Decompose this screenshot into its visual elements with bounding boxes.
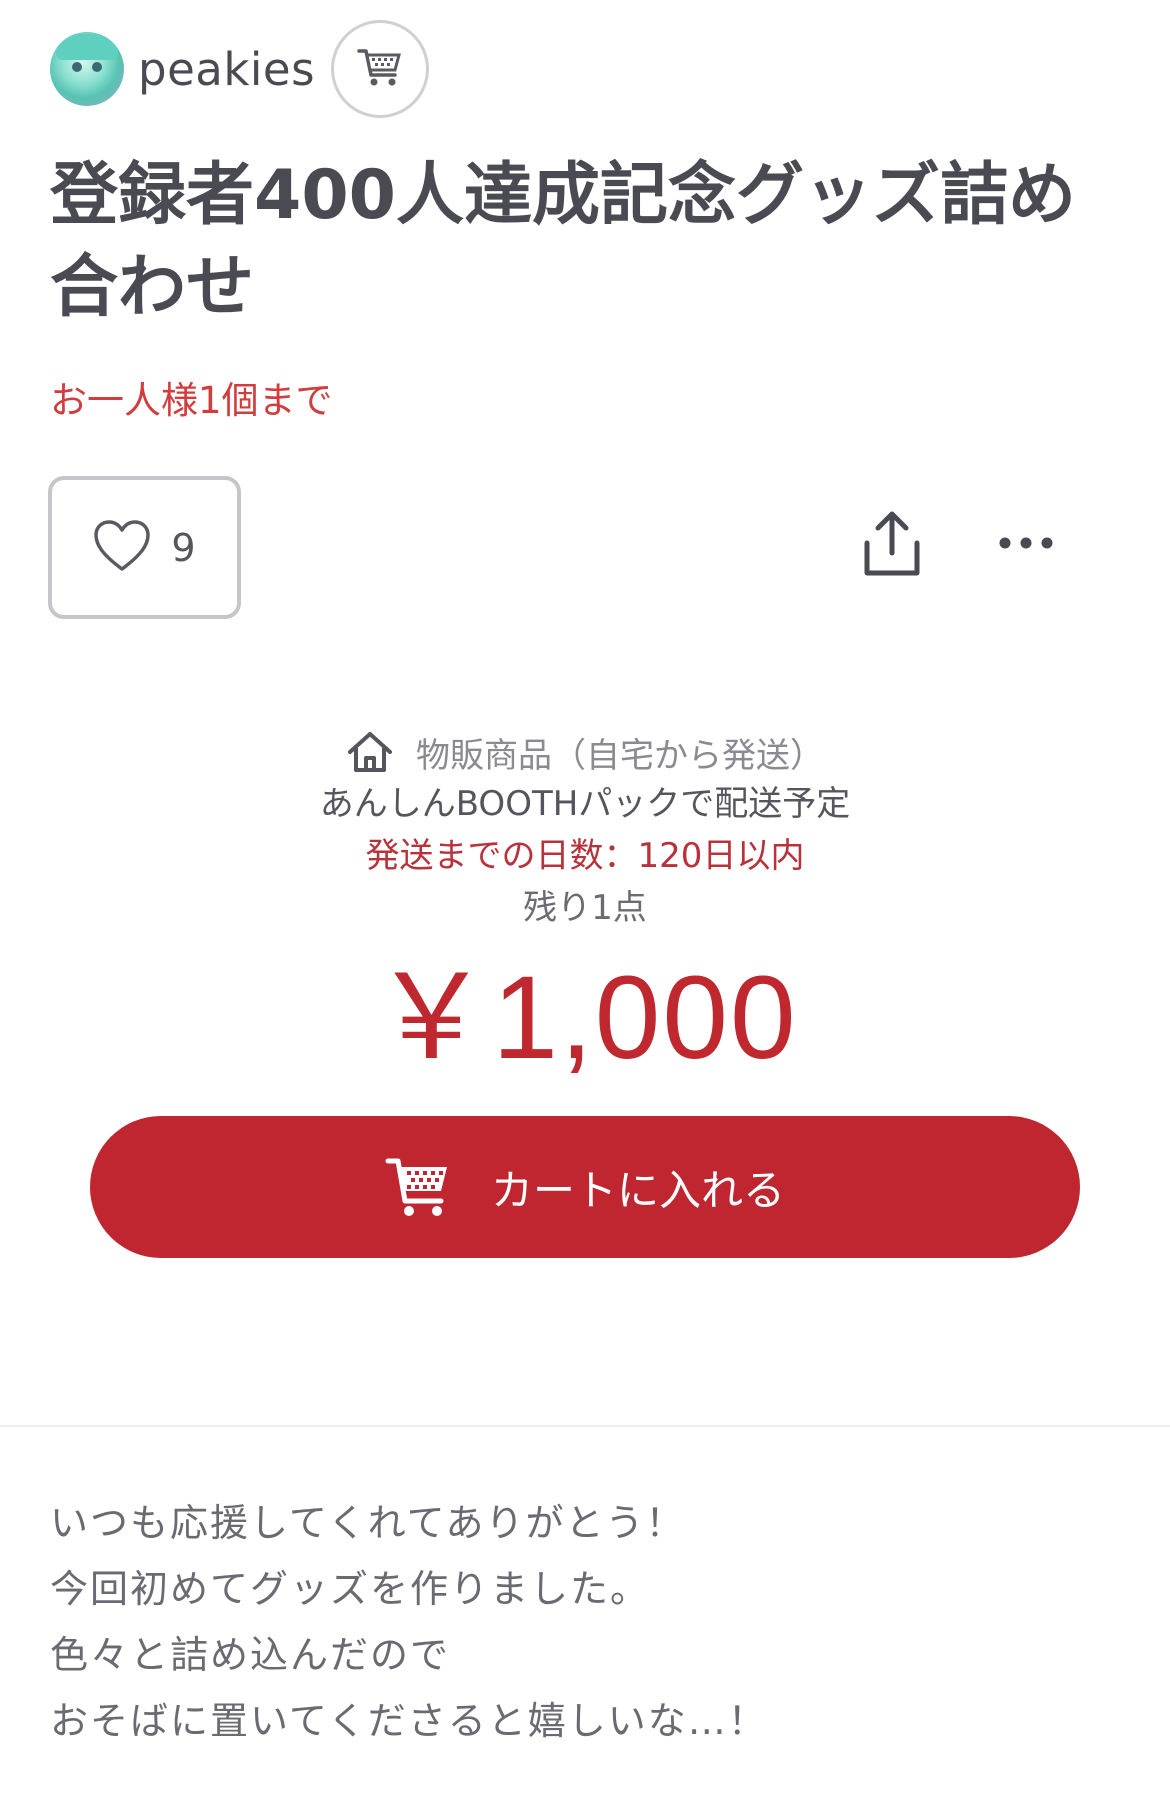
add-to-cart-label: カートに入れる — [490, 1165, 785, 1215]
shop-cart-button[interactable] — [331, 20, 430, 118]
item-price: ￥1,000 — [372, 952, 798, 1084]
like-count: 9 — [171, 525, 196, 570]
item-page: peakies 登録者400人達成記念グッズ詰め合わせ お一人様1個まで 9 物… — [0, 0, 1170, 1798]
cart-icon — [357, 46, 403, 92]
item-title: 登録者400人達成記念グッズ詰め合わせ — [50, 156, 1076, 327]
shop-avatar[interactable] — [50, 32, 124, 106]
section-divider — [0, 1425, 1170, 1427]
description-line: おそばに置いてくださると嬉しいな…！ — [50, 1699, 768, 1743]
item-description: いつも応援してくれてありがとう！ 今回初めてグッズを作りました。 色々と詰め込ん… — [50, 1490, 1130, 1754]
shipping-info: 物販商品（自宅から発送） あんしんBOOTHパックで配送予定 発送までの日数：1… — [0, 726, 1170, 934]
shop-name[interactable]: peakies — [138, 43, 315, 96]
stock-remaining: 残り1点 — [523, 888, 647, 928]
add-to-cart-button[interactable]: カートに入れる — [90, 1116, 1080, 1258]
shop-header: peakies — [50, 18, 430, 120]
heart-icon — [93, 519, 151, 577]
purchase-limit-note: お一人様1個まで — [50, 379, 333, 422]
item-type-line: 物販商品（自宅から発送） — [0, 726, 1170, 778]
more-icon — [998, 535, 1054, 554]
shipping-method: あんしんBOOTHパックで配送予定 — [319, 784, 851, 824]
share-icon — [863, 509, 921, 583]
description-line: いつも応援してくれてありがとう！ — [50, 1501, 686, 1545]
cart-icon — [385, 1155, 451, 1219]
home-icon — [346, 730, 394, 774]
item-type: 物販商品（自宅から発送） — [416, 735, 824, 776]
description-line: 色々と詰め込んだので — [50, 1633, 451, 1677]
more-button[interactable] — [994, 520, 1058, 568]
share-button[interactable] — [862, 510, 922, 582]
shipping-days: 発送までの日数：120日以内 — [365, 836, 805, 876]
description-line: 今回初めてグッズを作りました。 — [50, 1567, 651, 1611]
like-button[interactable]: 9 — [48, 476, 241, 619]
